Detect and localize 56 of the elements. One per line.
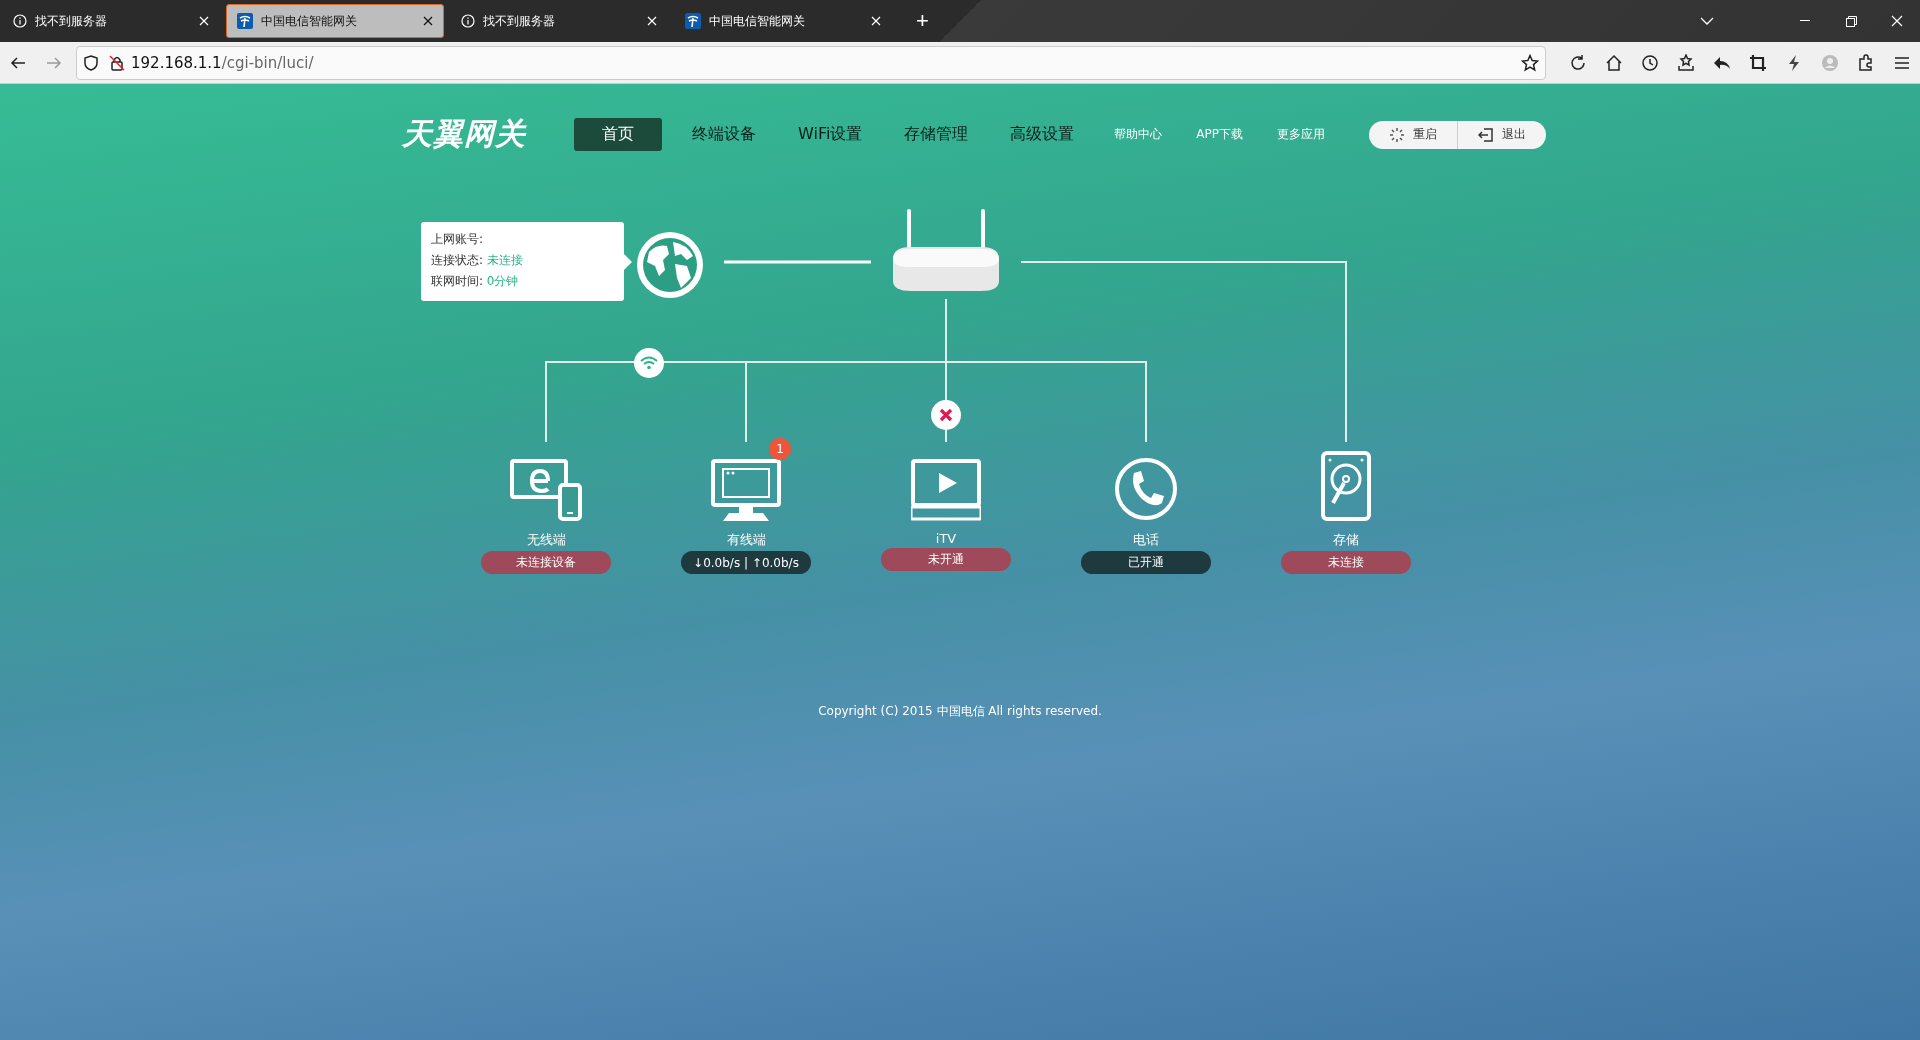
monitor-icon [711, 459, 781, 521]
puzzle-icon[interactable] [1857, 53, 1875, 72]
count-badge: 1 [769, 438, 791, 460]
device-label: iTV [935, 531, 957, 546]
nav-tab[interactable]: 存储管理 [892, 118, 981, 151]
tv-play-icon [911, 459, 981, 521]
info-field: 连接状态: 未连接 [431, 252, 614, 269]
shield-icon [83, 54, 99, 71]
info-icon [461, 14, 475, 28]
info-icon [13, 14, 27, 28]
device-label: 电话 [1133, 531, 1159, 549]
history-icon[interactable] [1641, 53, 1659, 72]
insecure-lock-icon [109, 54, 125, 71]
copyright-text: Copyright (C) 2015 中国电信 All rights reserved. [818, 703, 1102, 720]
browser-tab[interactable]: 找不到服务器 [2, 4, 220, 38]
logout-button[interactable]: 退出 [1457, 120, 1546, 149]
bookmark-star-icon[interactable] [1521, 53, 1539, 72]
hard-drive-icon [1321, 451, 1371, 521]
router-icon [891, 209, 1001, 294]
browser-tab[interactable]: 找不到服务器 [450, 4, 668, 38]
reload-icon[interactable] [1569, 53, 1587, 72]
close-icon[interactable] [423, 16, 433, 26]
info-field: 上网账号: [431, 231, 614, 248]
logo-text: 天翼网关 [402, 115, 528, 153]
nav-tab[interactable]: 首页 [574, 118, 662, 151]
telecom-logo-icon [237, 13, 253, 29]
browser-tab[interactable]: 中国电信智能网关 [674, 4, 892, 38]
status-pill: 未连接设备 [481, 551, 611, 574]
browser-tab[interactable]: 中国电信智能网关 [226, 4, 444, 38]
nav-tab[interactable]: WiFi设置 [786, 118, 875, 151]
status-pill: ↓0.0b/s | ↑0.0b/s [681, 551, 811, 574]
globe-icon [635, 230, 705, 300]
device-label: 存储 [1333, 531, 1359, 549]
telecom-logo-icon [685, 13, 701, 29]
spinner-icon [1389, 126, 1405, 143]
nav-tab[interactable]: 高级设置 [998, 118, 1087, 151]
info-field: 联网时间: 0分钟 [431, 273, 614, 290]
exit-icon [1478, 126, 1494, 143]
new-tab-button[interactable]: + [910, 8, 935, 34]
device-label: 无线端 [526, 531, 566, 549]
save-star-icon[interactable] [1677, 53, 1695, 72]
computer-and-phone-icon [510, 459, 582, 521]
nav-tab[interactable]: 终端设备 [680, 118, 768, 151]
chevron-down-icon[interactable] [1700, 17, 1714, 25]
status-pill: 未连接 [1281, 551, 1411, 574]
status-pill: 未开通 [881, 548, 1011, 571]
status-pill: 已开通 [1081, 551, 1211, 574]
url-text: 192.168.1.1/cgi-bin/luci/ [131, 53, 315, 72]
crop-icon[interactable] [1749, 53, 1767, 72]
restore-icon[interactable] [1845, 15, 1857, 27]
home-icon[interactable] [1605, 53, 1623, 72]
address-bar[interactable]: 192.168.1.1/cgi-bin/luci/ [76, 45, 1546, 80]
restart-button[interactable]: 重启 [1369, 120, 1457, 149]
phone-icon [1114, 457, 1178, 521]
minimize-icon[interactable] [1800, 20, 1810, 22]
device-label: 有线端 [726, 531, 766, 549]
